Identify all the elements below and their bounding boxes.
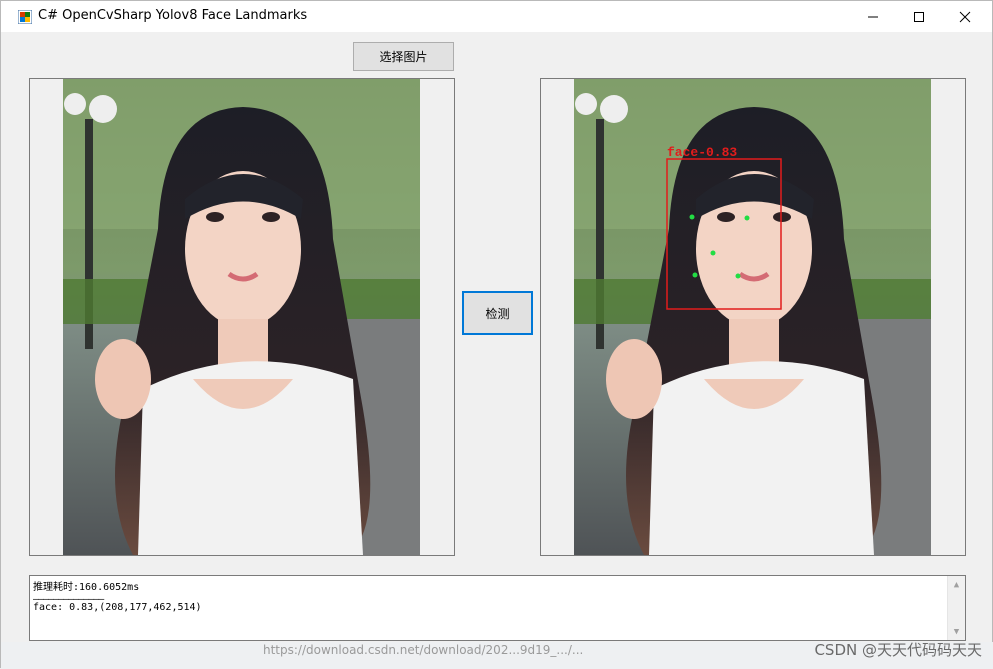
source-photo [63,79,420,555]
result-picture-box: face-0.83 [540,78,966,556]
minimize-icon [868,16,878,17]
title-bar: C# OpenCvSharp Yolov8 Face Landmarks [1,1,992,32]
watermark: CSDN @天天代码码天天 [814,642,982,659]
landmark-nose [710,250,716,256]
landmark-mouth-left [692,272,698,278]
app-icon [18,10,32,24]
vertical-scrollbar[interactable]: ▲ ▼ [947,576,965,640]
close-button[interactable] [942,1,988,32]
maximize-button[interactable] [896,1,942,32]
source-picture-box [29,78,455,556]
output-textbox[interactable]: 推理耗时:160.6052ms —————————————— face: 0.8… [29,575,966,641]
background-strip: https://download.csdn.net/download/202..… [1,642,993,669]
detection-label: face-0.83 [667,145,737,160]
landmark-left-eye [689,214,695,220]
select-image-button[interactable]: 选择图片 [353,42,454,71]
minimize-button[interactable] [850,1,896,32]
close-icon [959,11,971,22]
detection-result-line: face: 0.83,(208,177,462,514) [33,602,202,613]
window-title: C# OpenCvSharp Yolov8 Face Landmarks [38,8,308,23]
detect-button[interactable]: 检测 [462,291,533,335]
background-url: https://download.csdn.net/download/202..… [263,643,584,657]
maximize-icon [914,11,924,22]
app-window: C# OpenCvSharp Yolov8 Face Landmarks 选择图… [0,0,993,669]
inference-time-line: 推理耗时:160.6052ms [33,582,140,593]
scroll-up-icon[interactable]: ▲ [948,576,965,593]
result-photo: face-0.83 [574,79,931,555]
landmark-right-eye [744,215,750,221]
scroll-down-icon[interactable]: ▼ [948,623,965,640]
landmark-mouth-right [735,273,741,279]
